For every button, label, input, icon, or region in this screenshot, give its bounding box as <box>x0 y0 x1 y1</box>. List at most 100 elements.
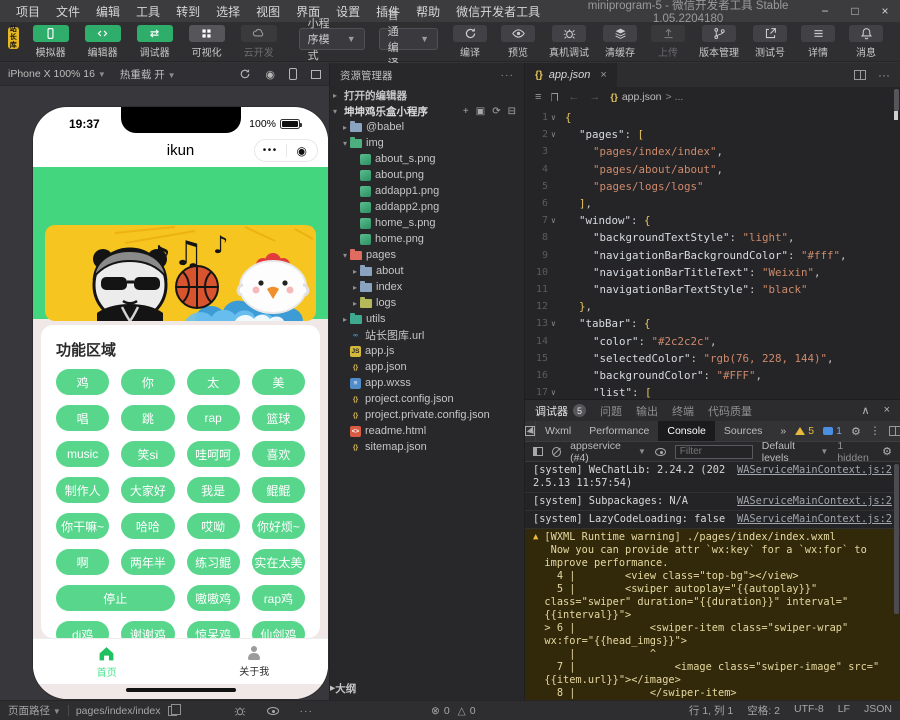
func-button-跳[interactable]: 跳 <box>121 405 174 431</box>
eye-icon[interactable] <box>267 707 279 715</box>
project-root[interactable]: ▾坤坤鸡乐盒小程序 +▣⟳⊟ <box>330 103 524 119</box>
toggle-可视化[interactable]: 可视化 <box>186 25 228 59</box>
devtools-tab-Console[interactable]: Console <box>658 421 715 441</box>
console-sidebar-icon[interactable] <box>533 447 543 456</box>
explorer-more-button[interactable]: ··· <box>501 69 515 81</box>
forward-icon[interactable]: → <box>589 91 600 103</box>
devtools-tab-Sources[interactable]: Sources <box>715 421 772 441</box>
tree-item-站长图库.url[interactable]: ∞站长图库.url <box>330 327 524 343</box>
context-select[interactable]: appservice (#4)▼ <box>570 440 646 464</box>
status-item[interactable]: JSON <box>864 703 892 718</box>
tree-item-project.config.json[interactable]: {}project.config.json <box>330 391 524 407</box>
func-button-哎呦[interactable]: 哎呦 <box>187 513 240 539</box>
inspect-element-icon[interactable] <box>525 421 536 441</box>
tree-item-img[interactable]: ▾img <box>330 135 524 151</box>
close-tab-icon[interactable]: × <box>600 69 606 81</box>
menu-选择[interactable]: 选择 <box>208 3 248 20</box>
func-button-你干嘛~[interactable]: 你干嘛~ <box>56 513 109 539</box>
func-button-喜欢[interactable]: 喜欢 <box>252 441 305 467</box>
banner-swiper-image[interactable]: ♪ ♫ ♪ <box>45 225 316 321</box>
func-button-鲲鲲[interactable]: 鲲鲲 <box>252 477 305 503</box>
more-tabs-button[interactable]: » <box>771 421 795 441</box>
error-warning-indicator[interactable]: 5 <box>795 425 814 437</box>
menu-微信开发者工具[interactable]: 微信开发者工具 <box>448 3 548 20</box>
真机调试-button[interactable]: 真机调试 <box>549 25 589 59</box>
panel-tab-调试器[interactable]: 调试器5 <box>535 403 586 419</box>
menu-编辑[interactable]: 编辑 <box>88 3 128 20</box>
live-expression-icon[interactable] <box>655 448 666 456</box>
status-item[interactable]: UTF-8 <box>794 703 824 718</box>
code-area[interactable]: 1∨{2∨"pages": [3"pages/index/index",4"pa… <box>525 107 900 399</box>
status-more-button[interactable]: ··· <box>300 705 314 717</box>
tree-item-logs[interactable]: ▸logs <box>330 295 524 311</box>
panel-tab-问题[interactable]: 问题 <box>600 403 622 419</box>
hot-reload-select[interactable]: 热重载 开 ▼ <box>120 67 176 82</box>
editor-more-button[interactable]: ··· <box>878 68 890 82</box>
project-action-icon[interactable]: + <box>463 106 469 117</box>
func-button-rap[interactable]: rap <box>187 405 240 431</box>
status-item[interactable]: LF <box>838 703 850 718</box>
tree-item-app.js[interactable]: JSapp.js <box>330 343 524 359</box>
outline-section[interactable]: ▸大纲 <box>330 680 524 696</box>
console-settings-icon[interactable]: ⚙ <box>882 445 892 458</box>
tab-about[interactable]: 关于我 <box>181 639 329 684</box>
tree-item-addapp2.png[interactable]: addapp2.png <box>330 199 524 215</box>
device-select[interactable]: iPhone X 100% 16 ▼ <box>8 68 106 80</box>
tree-item-sitemap.json[interactable]: {}sitemap.json <box>330 439 524 455</box>
devtools-tab-Performance[interactable]: Performance <box>580 421 658 441</box>
func-button-练习鲲[interactable]: 练习鲲 <box>187 549 240 575</box>
menu-转到[interactable]: 转到 <box>168 3 208 20</box>
tree-item-about[interactable]: ▸about <box>330 263 524 279</box>
tree-item-app.wxss[interactable]: ≡app.wxss <box>330 375 524 391</box>
menu-帮助[interactable]: 帮助 <box>408 3 448 20</box>
project-action-icon[interactable]: ▣ <box>476 106 485 117</box>
console-output[interactable]: [system] WeChatLib: 2.24.2 (2022.5.13 11… <box>525 462 900 700</box>
clear-console-icon[interactable] <box>552 447 561 457</box>
source-link[interactable]: WAServiceMainContext.js:2 <box>737 513 892 526</box>
tree-item-readme.html[interactable]: <>readme.html <box>330 423 524 439</box>
编译-button[interactable]: 编译 <box>453 25 487 59</box>
message-indicator[interactable]: 1 <box>823 425 842 437</box>
copy-path-icon[interactable] <box>168 706 177 716</box>
func-button-哈哈[interactable]: 哈哈 <box>121 513 174 539</box>
tree-item-index[interactable]: ▸index <box>330 279 524 295</box>
devtools-tab-Wxml[interactable]: Wxml <box>536 421 580 441</box>
func-button-制作人[interactable]: 制作人 <box>56 477 109 503</box>
zhanzhangku-logo-icon[interactable]: 站长库 <box>8 27 19 49</box>
devtools-menu-icon[interactable]: ⋮ <box>870 425 881 437</box>
func-button-你[interactable]: 你 <box>121 369 174 395</box>
mode-select[interactable]: 小程序模式▼ <box>299 28 365 50</box>
status-item[interactable]: 空格: 2 <box>747 703 780 718</box>
back-icon[interactable]: ← <box>568 91 579 103</box>
func-button-嗷嗷鸡[interactable]: 嗷嗷鸡 <box>187 585 240 611</box>
source-link[interactable]: WAServiceMainContext.js:2 <box>737 464 892 477</box>
status-item[interactable]: 行 1, 列 1 <box>689 703 733 718</box>
record-icon[interactable]: ◉ <box>265 68 275 81</box>
bug-icon[interactable] <box>234 705 246 717</box>
device-frame-icon[interactable] <box>289 68 297 80</box>
func-button-dj鸡[interactable]: dj鸡 <box>56 621 109 638</box>
minimize-button[interactable]: − <box>810 0 840 22</box>
tree-item-about.png[interactable]: about.png <box>330 167 524 183</box>
tab-home[interactable]: 首页 <box>33 639 181 684</box>
func-button-太[interactable]: 太 <box>187 369 240 395</box>
panel-tab-输出[interactable]: 输出 <box>636 403 658 419</box>
func-button-rap鸡[interactable]: rap鸡 <box>252 585 305 611</box>
tree-item-pages[interactable]: ▾pages <box>330 247 524 263</box>
panel-tab-代码质量[interactable]: 代码质量 <box>708 403 752 419</box>
tab-app-json[interactable]: {} app.json × <box>525 63 617 87</box>
collapse-panel-icon[interactable]: ∧ <box>862 404 870 417</box>
panel-tab-终端[interactable]: 终端 <box>672 403 694 419</box>
close-panel-icon[interactable]: × <box>884 404 890 417</box>
log-levels-select[interactable]: Default levels▼ <box>762 440 829 464</box>
func-button-啊[interactable]: 啊 <box>56 549 109 575</box>
func-button-两年半[interactable]: 两年半 <box>121 549 174 575</box>
problems-indicator[interactable]: ⊗0 △0 <box>431 705 476 717</box>
func-button-停止[interactable]: 停止 <box>56 585 175 611</box>
func-button-美[interactable]: 美 <box>252 369 305 395</box>
menu-视图[interactable]: 视图 <box>248 3 288 20</box>
close-button[interactable]: × <box>870 0 900 22</box>
func-button-唱[interactable]: 唱 <box>56 405 109 431</box>
func-button-music[interactable]: music <box>56 441 109 467</box>
maximize-button[interactable]: □ <box>840 0 870 22</box>
